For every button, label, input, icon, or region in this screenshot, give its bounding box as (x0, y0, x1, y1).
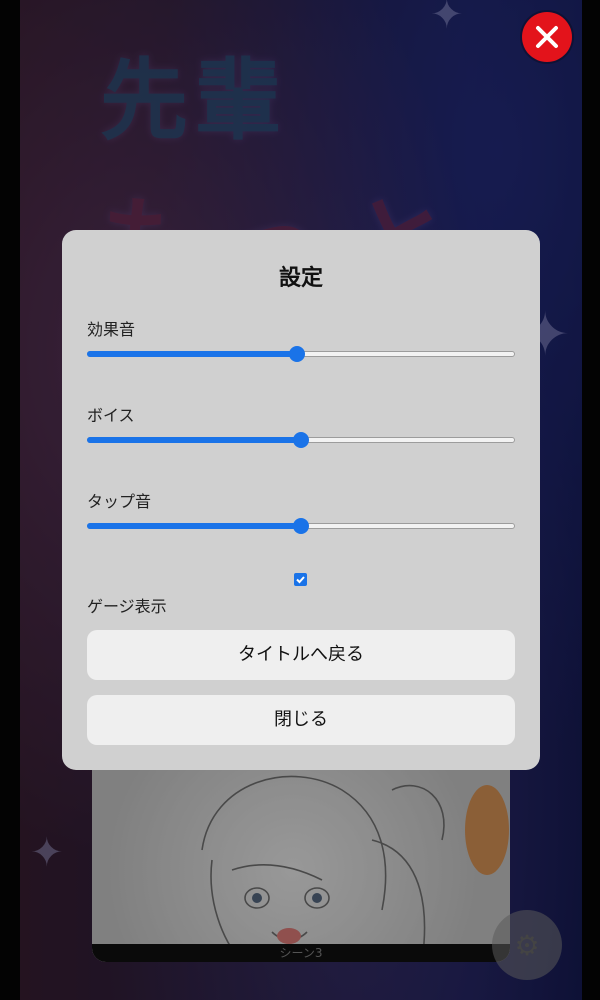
slider-thumb[interactable] (293, 518, 309, 534)
slider-fill (87, 437, 301, 443)
settings-title: 設定 (278, 265, 323, 291)
tap-sound-slider[interactable] (87, 518, 515, 534)
slider-fill (87, 351, 297, 357)
slider-fill (87, 523, 301, 529)
close-button[interactable] (522, 12, 572, 62)
gauge-display-label: ゲージ表示 (87, 597, 167, 616)
gauge-display-checkbox[interactable] (294, 573, 307, 586)
voice-setting: ボイス (87, 402, 515, 448)
slider-thumb[interactable] (293, 432, 309, 448)
close-dialog-button[interactable]: 閉じる (87, 695, 515, 745)
checkmark-icon (296, 576, 305, 584)
gear-icon: ⚙ (514, 928, 540, 962)
settings-button[interactable]: ⚙ (492, 910, 562, 980)
voice-slider[interactable] (87, 432, 515, 448)
voice-label: ボイス (87, 406, 135, 425)
sound-effect-label: 効果音 (87, 320, 136, 339)
sound-effect-slider[interactable] (87, 346, 515, 362)
game-screen: 先輩 もっと触って ✦ ✦ ✦ (0, 0, 600, 1000)
sound-effect-setting: 効果音 (87, 316, 515, 362)
back-to-title-button[interactable]: タイトルへ戻る (87, 630, 515, 680)
tap-sound-setting: タップ音 (87, 488, 515, 534)
settings-dialog: 設定 効果音 ボイス タップ音 ゲージ表示 タイトルへ戻る 閉じる (62, 230, 540, 770)
tap-sound-label: タップ音 (87, 492, 152, 511)
close-x-icon (536, 26, 558, 48)
slider-thumb[interactable] (288, 346, 305, 362)
